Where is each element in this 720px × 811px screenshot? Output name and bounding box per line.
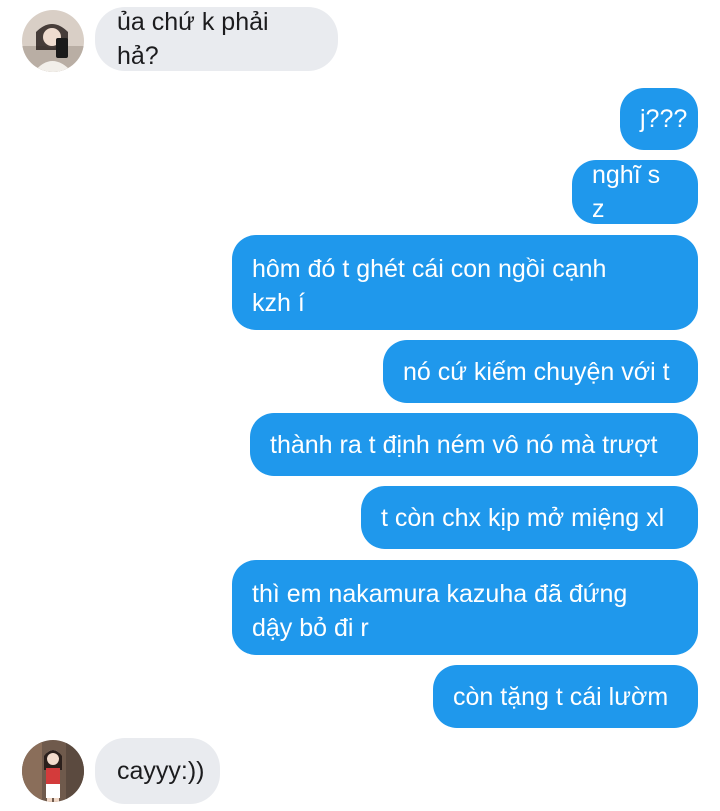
outgoing-message-bubble[interactable]: nó cứ kiếm chuyện với t xyxy=(383,340,698,403)
incoming-message-bubble[interactable]: cayyy:)) xyxy=(95,738,220,804)
outgoing-message-bubble[interactable]: nghĩ s z xyxy=(572,160,698,224)
chat-thread: ủa chứ k phải hả? j??? nghĩ s z hôm đó t… xyxy=(0,0,720,811)
outgoing-message-bubble[interactable]: thì em nakamura kazuha đã đứng dậy bỏ đi… xyxy=(232,560,698,655)
outgoing-message-bubble[interactable]: j??? xyxy=(620,88,698,150)
outgoing-message-bubble[interactable]: hôm đó t ghét cái con ngồi cạnh kzh í xyxy=(232,235,698,330)
outgoing-message-bubble[interactable]: t còn chx kịp mở miệng xl xyxy=(361,486,698,549)
incoming-message-bubble[interactable]: ủa chứ k phải hả? xyxy=(95,7,338,71)
outgoing-message-bubble[interactable]: còn tặng t cái lườm xyxy=(433,665,698,728)
outgoing-message-bubble[interactable]: thành ra t định ném vô nó mà trượt xyxy=(250,413,698,476)
contact-avatar[interactable] xyxy=(22,10,84,72)
contact-avatar[interactable] xyxy=(22,740,84,802)
